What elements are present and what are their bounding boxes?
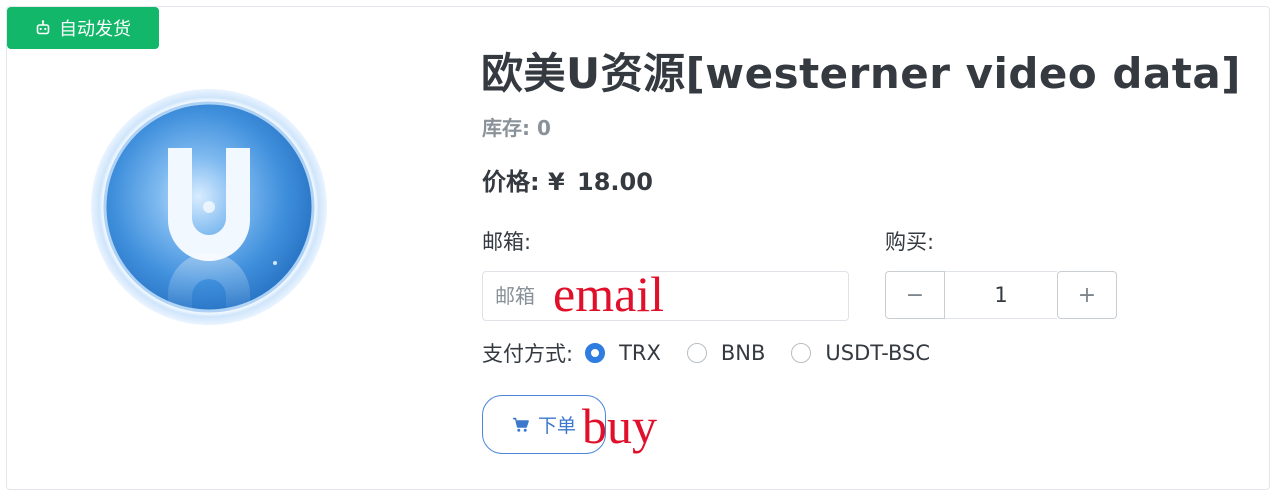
radio-bnb[interactable] — [686, 343, 707, 363]
payment-option-bnb[interactable]: BNB — [686, 341, 766, 365]
quantity-input[interactable]: 1 — [945, 271, 1057, 319]
product-logo-image — [91, 89, 327, 325]
buy-button[interactable]: 下单 — [482, 395, 606, 454]
payment-option-label: TRX — [619, 341, 661, 365]
payment-label: 支付方式: — [482, 342, 574, 366]
payment-option-trx[interactable]: TRX — [585, 341, 661, 365]
payment-option-label: BNB — [720, 341, 766, 365]
cart-icon — [512, 417, 529, 432]
robot-icon — [36, 20, 50, 35]
auto-delivery-badge: 自动发货 — [7, 7, 159, 49]
price-label: 价格: — [482, 168, 540, 196]
quantity-stepper: − 1 + — [885, 271, 1117, 321]
email-input[interactable] — [482, 271, 849, 321]
product-title: 欧美U资源[westerner video data] — [481, 49, 1241, 98]
payment-method-row: 支付方式: TRX BNB USDT-BSC — [482, 338, 956, 368]
price-info: 价格: ¥ 18.00 — [482, 166, 653, 198]
decrease-quantity-button[interactable]: − — [885, 271, 945, 319]
quantity-label: 购买: — [885, 230, 935, 254]
stock-label: 库存: — [482, 116, 530, 140]
buy-button-label: 下单 — [537, 415, 576, 437]
radio-usdt-bsc[interactable] — [791, 343, 812, 363]
stock-info: 库存: 0 — [482, 114, 551, 142]
price-value: 18.00 — [577, 168, 653, 196]
currency-symbol: ¥ — [547, 168, 565, 196]
badge-label: 自动发货 — [59, 19, 131, 40]
payment-option-label: USDT-BSC — [825, 341, 931, 365]
stock-value: 0 — [536, 116, 551, 140]
increase-quantity-button[interactable]: + — [1057, 271, 1117, 319]
payment-option-usdt-bsc[interactable]: USDT-BSC — [791, 341, 930, 365]
email-label: 邮箱: — [482, 230, 532, 254]
radio-trx[interactable] — [585, 343, 606, 363]
